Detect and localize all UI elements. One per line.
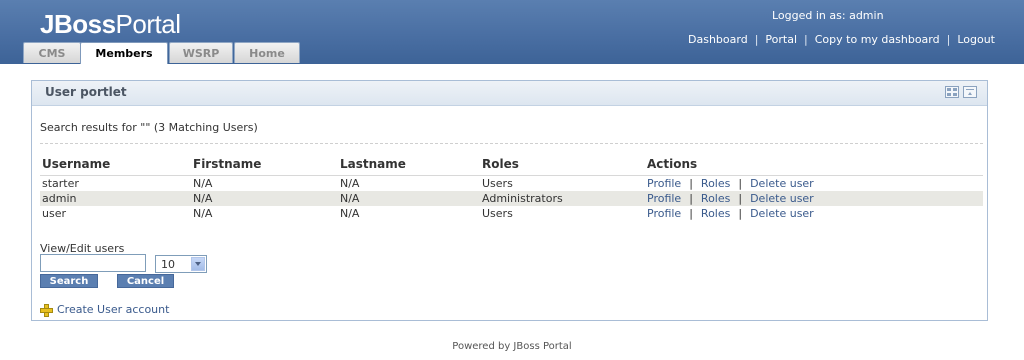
cell-actions: Profile | Roles | Delete user (645, 176, 983, 192)
column-header-actions: Actions (645, 154, 983, 176)
footer-text: Powered by JBoss Portal (452, 341, 572, 352)
action-separator: | (689, 207, 693, 220)
delete-user-link[interactable]: Delete user (750, 177, 814, 190)
top-links: Dashboard | Portal | Copy to my dashboard | Lo… (688, 33, 995, 46)
table-header-row: Username Firstname Lastname Roles Action… (40, 154, 983, 176)
column-header-firstname: Firstname (191, 154, 338, 176)
roles-link[interactable]: Roles (701, 207, 730, 220)
column-header-lastname: Lastname (338, 154, 480, 176)
column-header-roles: Roles (480, 154, 645, 176)
tab-cms[interactable]: CMS (23, 42, 81, 63)
portal-link[interactable]: Portal (765, 33, 797, 46)
table-row: user N/A N/A Users Profile | Roles | Delete … (40, 206, 983, 221)
portlet-title: User portlet (45, 85, 127, 99)
action-separator: | (738, 207, 743, 220)
page-size-select[interactable]: 10 (155, 255, 207, 273)
search-button[interactable]: Search (40, 274, 98, 288)
cell-username: user (42, 207, 66, 220)
chevron-down-icon[interactable] (191, 257, 205, 271)
table-row: admin N/A N/A Administrators Profile | Rol… (40, 191, 983, 206)
cell-firstname: N/A (193, 207, 213, 220)
portal-header: JBossPortal Logged in as: admin Dashboar… (0, 0, 1024, 64)
tab-wsrp[interactable]: WSRP (169, 42, 233, 63)
cell-lastname: N/A (338, 191, 480, 206)
profile-link[interactable]: Profile (647, 177, 681, 190)
cell-username: starter (42, 177, 79, 190)
cell-lastname: N/A (340, 207, 360, 220)
cell-username: admin (40, 191, 191, 206)
roles-link[interactable]: Roles (701, 177, 730, 190)
cell-actions: Profile | Roles | Delete user (645, 206, 983, 221)
create-user-account-link[interactable]: Create User account (57, 303, 169, 316)
action-separator: | (738, 177, 743, 190)
window-controls (941, 86, 977, 100)
logged-in-status: Logged in as: admin (772, 9, 884, 22)
page-size-value: 10 (161, 258, 175, 271)
roles-link[interactable]: Roles (701, 192, 730, 205)
action-separator: | (738, 192, 743, 205)
link-separator: | (804, 33, 808, 46)
cancel-button[interactable]: Cancel (117, 274, 174, 288)
user-search-input[interactable] (40, 254, 146, 272)
users-table: Username Firstname Lastname Roles Action… (40, 154, 983, 221)
action-separator: | (689, 192, 693, 205)
table-row: starter N/A N/A Users Profile | Roles | Dele… (40, 176, 983, 192)
tab-home[interactable]: Home (234, 42, 300, 63)
profile-link[interactable]: Profile (647, 192, 681, 205)
delete-user-link[interactable]: Delete user (750, 192, 814, 205)
portlet-header: User portlet (32, 81, 987, 106)
logout-link[interactable]: Logout (957, 33, 995, 46)
cell-actions: Profile | Roles | Delete user (645, 191, 983, 206)
cell-roles: Administrators (480, 191, 645, 206)
dashboard-link[interactable]: Dashboard (688, 33, 748, 46)
search-results-summary: Search results for "" (3 Matching Users) (40, 121, 258, 134)
delete-user-link[interactable]: Delete user (750, 207, 814, 220)
plus-icon (40, 304, 53, 317)
minimize-icon[interactable] (963, 86, 977, 98)
column-header-username: Username (40, 154, 191, 176)
maximize-icon[interactable] (945, 86, 959, 98)
action-separator: | (689, 177, 693, 190)
cell-roles: Users (482, 177, 513, 190)
divider (40, 143, 983, 144)
link-separator: | (946, 33, 951, 46)
cell-firstname: N/A (191, 191, 338, 206)
copy-to-dashboard-link[interactable]: Copy to my dashboard (815, 33, 940, 46)
tab-members[interactable]: Members (80, 42, 168, 64)
profile-link[interactable]: Profile (647, 207, 681, 220)
user-portlet: User portlet Search results for "" (3 Ma… (31, 80, 988, 321)
cell-roles: Users (482, 207, 513, 220)
cell-firstname: N/A (193, 177, 213, 190)
cell-lastname: N/A (340, 177, 360, 190)
link-separator: | (754, 33, 759, 46)
jboss-portal-logo: JBossPortal (40, 9, 181, 39)
